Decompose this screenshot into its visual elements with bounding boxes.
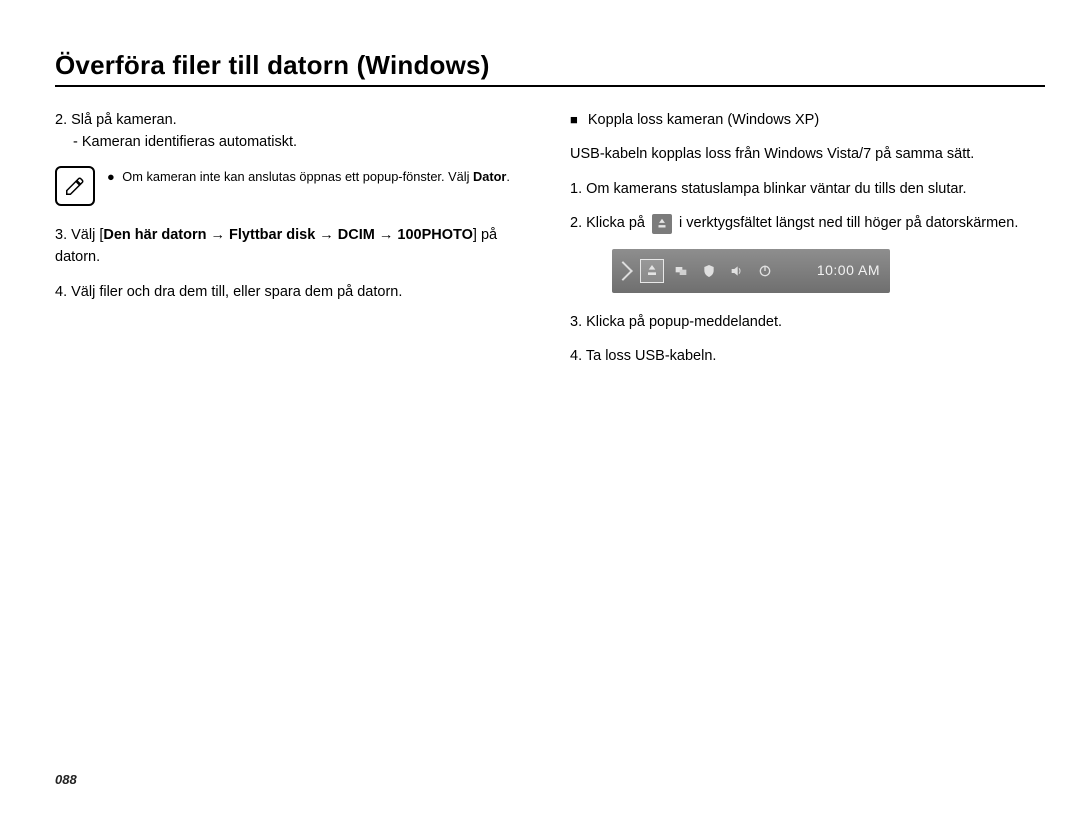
step-2-text: 2. Slå på kameran. xyxy=(55,112,177,128)
tray-network-icon[interactable] xyxy=(670,260,692,282)
r-step-4: 4. Ta loss USB-kabeln. xyxy=(570,345,1045,367)
note-post: . xyxy=(506,169,510,184)
note-callout: ● Om kameran inte kan anslutas öppnas et… xyxy=(55,166,530,206)
section-heading: ■ Koppla loss kameran (Windows XP) xyxy=(570,109,1045,131)
left-column: 2. Slå på kameran. - Kameran identifiera… xyxy=(55,109,530,380)
page-title: Överföra filer till datorn (Windows) xyxy=(55,50,1045,81)
step-2: 2. Slå på kameran. - Kameran identifiera… xyxy=(55,109,530,154)
note-pre: Om kameran inte kan anslutas öppnas ett … xyxy=(122,169,473,184)
step-3: 3. Välj [Den här datorn → Flyttbar disk … xyxy=(55,224,530,269)
step-4: 4. Välj filer och dra dem till, eller sp… xyxy=(55,281,530,303)
section-marker: ■ xyxy=(570,112,578,127)
page: Överföra filer till datorn (Windows) 2. … xyxy=(0,0,1080,815)
right-column: ■ Koppla loss kameran (Windows XP) USB-k… xyxy=(570,109,1045,380)
tray-volume-icon[interactable] xyxy=(726,260,748,282)
pencil-icon xyxy=(64,175,86,197)
tray-power-icon[interactable] xyxy=(754,260,776,282)
r-step-2-post: i verktygsfältet längst ned till höger p… xyxy=(679,215,1018,231)
note-bold: Dator xyxy=(473,169,506,184)
pencil-note-icon xyxy=(55,166,95,206)
page-number: 088 xyxy=(55,772,77,787)
taskbar-clock: 10:00 AM xyxy=(817,260,880,282)
r-step-2: 2. Klicka på i verktygsfältet längst ned… xyxy=(570,212,1045,234)
step-3-bold: Den här datorn → Flyttbar disk → DCIM → … xyxy=(103,227,473,243)
windows-taskbar: 10:00 AM xyxy=(612,249,890,293)
bullet: ● xyxy=(107,169,115,184)
intro-text: USB-kabeln kopplas loss från Windows Vis… xyxy=(570,143,1045,165)
safely-remove-icon xyxy=(652,214,672,234)
r-step-3: 3. Klicka på popup-meddelandet. xyxy=(570,311,1045,333)
note-text: ● Om kameran inte kan anslutas öppnas et… xyxy=(107,166,510,187)
r-step-1: 1. Om kamerans statuslampa blinkar vänta… xyxy=(570,178,1045,200)
chevron-right-icon xyxy=(613,261,633,281)
section-title: Koppla loss kameran (Windows XP) xyxy=(588,112,819,128)
tray-safely-remove-icon[interactable] xyxy=(640,259,664,283)
columns: 2. Slå på kameran. - Kameran identifiera… xyxy=(55,109,1045,380)
step-3-pre: 3. Välj [ xyxy=(55,227,103,243)
title-rule xyxy=(55,85,1045,87)
tray-shield-icon[interactable] xyxy=(698,260,720,282)
step-2-sub: - Kameran identifieras automatiskt. xyxy=(73,134,297,150)
r-step-2-pre: 2. Klicka på xyxy=(570,215,649,231)
